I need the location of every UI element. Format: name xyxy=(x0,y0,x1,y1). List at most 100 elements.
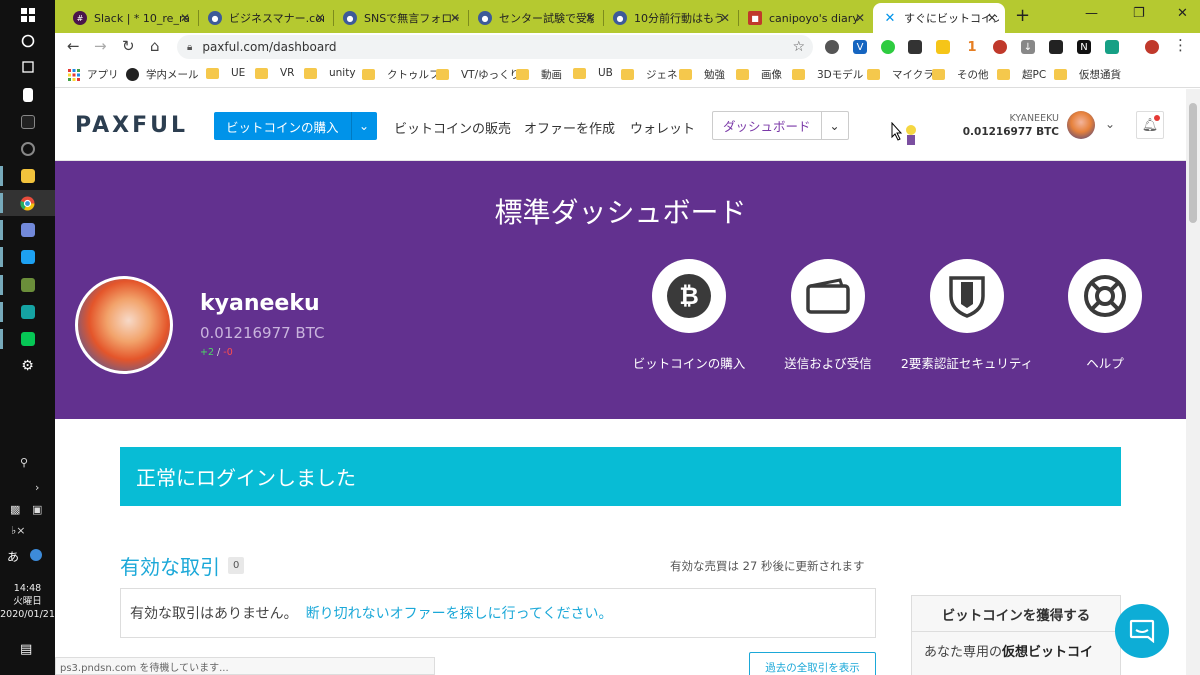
taskbar-app-notes[interactable] xyxy=(0,82,55,108)
chevron-up-icon[interactable]: › xyxy=(35,481,39,494)
star-icon[interactable]: ☆ xyxy=(792,39,805,55)
close-icon[interactable]: ✕ xyxy=(720,11,730,25)
taskbar-app-minecraft[interactable] xyxy=(0,272,55,298)
close-icon[interactable]: ✕ xyxy=(180,11,190,25)
bookmark-folder-ub[interactable]: UB xyxy=(573,67,613,79)
close-icon[interactable]: ✕ xyxy=(987,11,997,25)
tab-10min[interactable]: ● 10分前行動はもう ✕ xyxy=(603,3,738,33)
bookmark-label: 学内メール xyxy=(146,69,199,81)
extension-download-icon[interactable]: ↓ xyxy=(1021,40,1035,54)
profile-username[interactable]: kyaneeku xyxy=(200,291,320,316)
support-chat-button[interactable] xyxy=(1115,604,1169,658)
profile-avatar-icon[interactable] xyxy=(1145,40,1159,54)
action-help[interactable]: ヘルプ xyxy=(1035,259,1175,372)
back-button[interactable]: ← xyxy=(67,37,80,55)
taskbar-app-explorer[interactable] xyxy=(0,163,55,189)
tab-canipoyo-diary[interactable]: ■ canipoyo's diary ✕ xyxy=(738,3,873,33)
forward-button[interactable]: → xyxy=(94,37,107,55)
people-icon[interactable]: ⚲ xyxy=(20,456,28,469)
network-icon[interactable]: ▣ xyxy=(32,503,42,516)
bookmark-folder-study[interactable]: 勉強 xyxy=(679,67,725,82)
extension-v-icon[interactable]: V xyxy=(853,40,867,54)
dashboard-button[interactable]: ダッシュボード xyxy=(713,112,822,139)
bookmark-folder-video[interactable]: 動画 xyxy=(516,67,562,82)
taskbar-app-line[interactable] xyxy=(0,326,55,352)
adblock-icon[interactable] xyxy=(993,40,1007,54)
notion-icon[interactable]: N xyxy=(1077,40,1091,54)
bookmark-folder-vt[interactable]: VT/ゆっくり xyxy=(436,67,520,82)
taskbar-app-chrome[interactable] xyxy=(0,190,55,216)
taskbar-app-discord[interactable] xyxy=(0,217,55,243)
cortana-button[interactable] xyxy=(0,28,55,54)
paxful-logo[interactable]: PAXFUL xyxy=(75,113,188,138)
extension-count-icon[interactable]: 1 xyxy=(965,40,979,55)
taskbar-app-twitter[interactable] xyxy=(0,244,55,270)
action-2fa-security[interactable]: 2要素認証セキュリティ xyxy=(897,259,1037,372)
close-window-button[interactable]: ✕ xyxy=(1177,6,1188,21)
close-icon[interactable]: ✕ xyxy=(585,11,595,25)
tab-center-exam[interactable]: ● センター試験で受験 ✕ xyxy=(468,3,603,33)
battery-icon[interactable]: ▩ xyxy=(10,503,20,516)
extension-yellow-icon[interactable] xyxy=(936,40,950,54)
taskbar-app-settings[interactable]: ⚙ xyxy=(0,353,55,379)
app-tray-icon[interactable] xyxy=(30,549,42,561)
close-icon[interactable]: ✕ xyxy=(855,11,865,25)
extension-qr-icon[interactable] xyxy=(1049,40,1063,54)
home-button[interactable]: ⌂ xyxy=(150,37,160,55)
profile-avatar[interactable] xyxy=(75,276,173,374)
nav-sell-bitcoin[interactable]: ビットコインの販売 xyxy=(394,118,511,137)
extension-image-icon[interactable] xyxy=(1105,40,1119,54)
extension-share-icon[interactable] xyxy=(881,40,895,54)
nav-create-offer[interactable]: オファーを作成 xyxy=(524,118,615,137)
close-icon[interactable]: ✕ xyxy=(315,11,325,25)
start-button[interactable] xyxy=(0,2,55,28)
action-send-receive[interactable]: 送信および受信 xyxy=(758,259,898,372)
maximize-button[interactable]: ❐ xyxy=(1133,6,1145,21)
bookmark-folder-cthulhu[interactable]: クトゥルフ xyxy=(362,67,440,82)
user-menu[interactable]: KYANEEKU 0.01216977 BTC ⌄ xyxy=(963,111,1115,141)
ime-indicator[interactable]: あ xyxy=(7,548,19,565)
bookmark-folder-minecraft[interactable]: マイクラ xyxy=(867,67,934,82)
nav-wallet[interactable]: ウォレット xyxy=(630,118,695,137)
bookmark-folder-crypto[interactable]: 仮想通貨 xyxy=(1054,67,1121,82)
find-offers-link[interactable]: 断り切れないオファーを探しに行ってください。 xyxy=(306,603,613,623)
scrollbar-thumb[interactable] xyxy=(1189,103,1197,223)
dashboard-caret[interactable]: ⌄ xyxy=(822,112,848,139)
bookmark-folder-unity[interactable]: unity xyxy=(304,67,356,79)
notifications-icon[interactable]: ▤ xyxy=(20,642,32,657)
task-view-button[interactable] xyxy=(0,54,55,80)
tab-slack[interactable]: # Slack | * 10_re_ra ✕ xyxy=(63,3,198,33)
address-bar[interactable]: 🔒︎ paxful.com/dashboard ☆ xyxy=(177,35,813,59)
new-tab-button[interactable]: + xyxy=(1015,5,1030,26)
buy-bitcoin-button[interactable]: ビットコインの購入 xyxy=(214,112,351,140)
bookmark-apps[interactable]: アプリ xyxy=(67,67,119,82)
tab-sns-follow[interactable]: ● SNSで無言フォロー ✕ xyxy=(333,3,468,33)
notifications-button[interactable]: 🔔︎ xyxy=(1136,111,1164,139)
volume-muted-icon[interactable]: ♭× xyxy=(11,524,25,537)
reload-button[interactable]: ↻ xyxy=(122,37,135,55)
tab-business-manner[interactable]: ● ビジネスマナー.com ✕ xyxy=(198,3,333,33)
bookmark-folder-images[interactable]: 画像 xyxy=(736,67,782,82)
bookmark-folder-vr[interactable]: VR xyxy=(255,67,294,79)
bookmark-folder-3d[interactable]: 3Dモデル xyxy=(792,67,863,82)
buy-bitcoin-caret[interactable]: ⌄ xyxy=(350,112,377,140)
bookmark-folder-gene[interactable]: ジェネ xyxy=(621,67,678,82)
taskbar-app-s[interactable] xyxy=(0,299,55,325)
bookmark-folder-superpc[interactable]: 超PC xyxy=(997,67,1046,82)
minimize-button[interactable]: — xyxy=(1085,6,1098,21)
bookmark-folder-ue[interactable]: UE xyxy=(206,67,245,79)
action-buy-bitcoin[interactable]: ₿ ビットコインの購入 xyxy=(619,259,759,372)
bookmark-school-mail[interactable]: 学内メール xyxy=(126,67,199,82)
close-icon[interactable]: ✕ xyxy=(450,11,460,25)
extension-chat-icon[interactable] xyxy=(825,40,839,54)
taskbar-app-clock[interactable] xyxy=(0,136,55,162)
page-scrollbar[interactable] xyxy=(1186,89,1200,675)
running-indicator xyxy=(0,302,3,322)
taskbar-app-d[interactable] xyxy=(0,109,55,135)
extension-window-icon[interactable] xyxy=(908,40,922,54)
chrome-menu-button[interactable]: ⋮ xyxy=(1173,36,1188,54)
taskbar-clock[interactable]: 14:48 火曜日 2020/01/21 xyxy=(0,582,55,621)
view-past-trades-button[interactable]: 過去の全取引を表示 xyxy=(749,652,876,675)
bookmark-folder-other[interactable]: その他 xyxy=(932,67,989,82)
tab-paxful[interactable]: ✕ すぐにビットコインを ✕ xyxy=(873,3,1005,33)
